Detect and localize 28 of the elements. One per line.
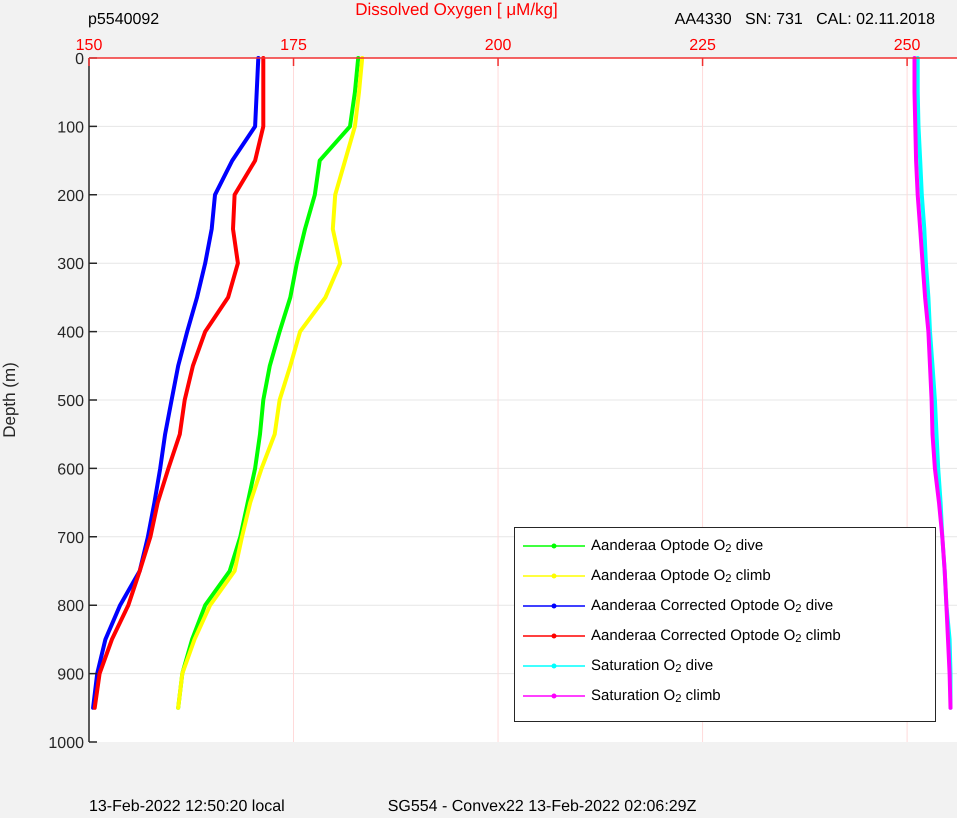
- legend-label: Aanderaa Optode O$_{2}$ climb: [591, 566, 771, 584]
- depth-tick-label: 900: [57, 666, 84, 684]
- depth-tick-label: 800: [57, 598, 84, 616]
- legend-label: Aanderaa Optode O$_{2}$ dive: [591, 536, 764, 554]
- legend-label: Aanderaa Corrected Optode O$_{2}$ dive: [591, 596, 834, 614]
- sensor-info: AA4330 SN: 731 CAL: 02.11.2018: [674, 11, 935, 29]
- legend-label: Saturation O$_{2}$ dive: [591, 656, 714, 674]
- depth-tick-label: 600: [57, 461, 84, 478]
- oxygen-tick-label: 250: [894, 37, 920, 54]
- chart-title: Dissolved Oxygen [ μM/kg]: [355, 0, 558, 20]
- legend-label: Saturation O$_{2}$ climb: [591, 686, 721, 704]
- depth-tick-label: 100: [57, 119, 84, 136]
- legend-label: Aanderaa Corrected Optode O$_{2}$ climb: [591, 626, 841, 644]
- profile-label: p5540092: [88, 11, 160, 29]
- oxygen-tick-label: 150: [76, 37, 102, 54]
- axis-label: Depth (m): [0, 362, 19, 438]
- depth-tick-label: 200: [57, 188, 84, 205]
- depth-tick-label: 300: [57, 256, 84, 274]
- depth-tick-label: 500: [57, 393, 84, 410]
- oxygen-tick-label: 175: [280, 37, 307, 54]
- depth-tick-label: 1000: [48, 735, 84, 752]
- oxygen-tick-label: 225: [689, 37, 716, 54]
- oxygen-tick-label: 200: [484, 37, 512, 54]
- mission-info: SG554 - Convex22 13-Feb-2022 02:06:29Z: [388, 798, 696, 816]
- depth-tick-label: 700: [57, 530, 84, 547]
- depth-tick-label: 400: [57, 324, 84, 342]
- local-time: 13-Feb-2022 12:50:20 local: [89, 798, 285, 816]
- depth-tick-label: 0: [75, 51, 84, 68]
